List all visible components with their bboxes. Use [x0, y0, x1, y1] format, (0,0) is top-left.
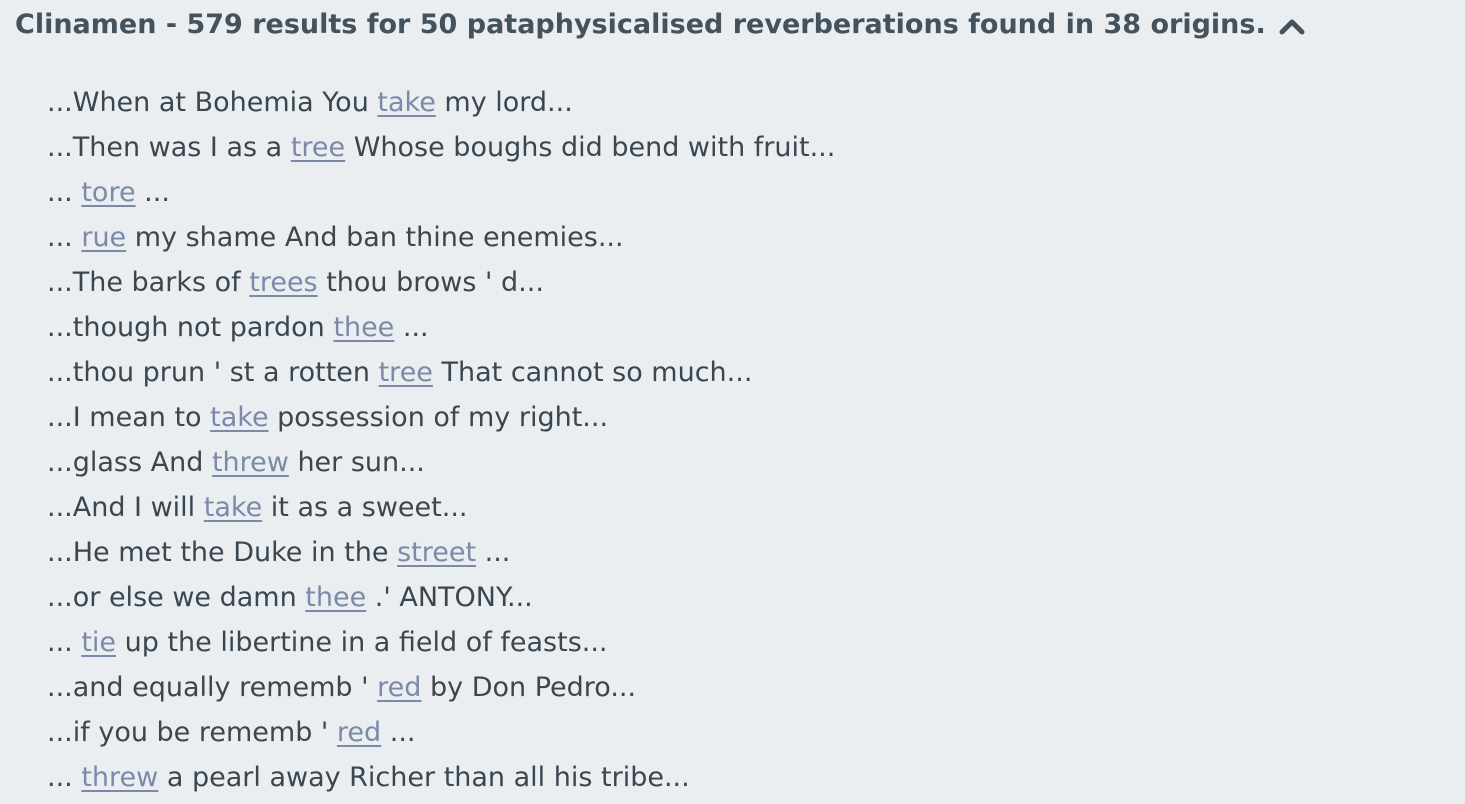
- result-text-before: ...Then was I as a: [47, 132, 291, 163]
- result-keyword-link[interactable]: thee: [305, 582, 366, 613]
- result-text-after: possession of my right...: [268, 402, 609, 433]
- results-list: ...When at Bohemia You take my lord.....…: [47, 80, 835, 800]
- result-line: ...And I will take it as a sweet...: [47, 485, 835, 530]
- result-keyword-link[interactable]: tree: [291, 132, 345, 163]
- clinamen-header-toggle[interactable]: Clinamen - 579 results for 50 pataphysic…: [15, 7, 1306, 43]
- clinamen-results-panel: Clinamen - 579 results for 50 pataphysic…: [0, 0, 1465, 804]
- result-line: ... tore ...: [47, 170, 835, 215]
- result-line: ...The barks of trees thou brows ' d...: [47, 260, 835, 305]
- result-text-after: Whose boughs did bend with fruit...: [345, 132, 836, 163]
- result-keyword-link[interactable]: tree: [379, 357, 433, 388]
- result-text-before: ...and equally rememb ': [47, 672, 378, 703]
- result-text-after: my lord...: [435, 87, 573, 118]
- result-text-before: ...: [47, 222, 82, 253]
- result-text-after: ...: [394, 312, 429, 343]
- result-keyword-link[interactable]: trees: [249, 267, 317, 298]
- result-text-after: up the libertine in a field of feasts...: [116, 627, 608, 658]
- result-line: ...though not pardon thee ...: [47, 305, 835, 350]
- result-keyword-link[interactable]: tie: [81, 627, 116, 658]
- result-text-before: ...if you be rememb ': [47, 717, 337, 748]
- result-text-before: ...: [47, 177, 82, 208]
- result-text-before: ...glass And: [47, 447, 212, 478]
- result-text-before: ...The barks of: [47, 267, 250, 298]
- result-text-before: ...: [47, 762, 82, 793]
- result-text-after: That cannot so much...: [432, 357, 753, 388]
- result-keyword-link[interactable]: red: [377, 672, 421, 703]
- result-line: ...Then was I as a tree Whose boughs did…: [47, 125, 835, 170]
- clinamen-header-title: Clinamen - 579 results for 50 pataphysic…: [15, 9, 1266, 40]
- result-line: ...and equally rememb ' red by Don Pedro…: [47, 665, 835, 710]
- result-text-after: a pearl away Richer than all his tribe..…: [158, 762, 690, 793]
- result-keyword-link[interactable]: red: [337, 717, 381, 748]
- result-line: ... threw a pearl away Richer than all h…: [47, 755, 835, 800]
- result-text-before: ...though not pardon: [47, 312, 334, 343]
- result-keyword-link[interactable]: street: [397, 537, 476, 568]
- result-text-before: ...When at Bohemia You: [47, 87, 378, 118]
- result-keyword-link[interactable]: take: [377, 87, 435, 118]
- result-line: ...I mean to take possession of my right…: [47, 395, 835, 440]
- result-text-after: .' ANTONY...: [366, 582, 533, 613]
- result-keyword-link[interactable]: thee: [333, 312, 394, 343]
- result-line: ...thou prun ' st a rotten tree That can…: [47, 350, 835, 395]
- result-line: ...or else we damn thee .' ANTONY...: [47, 575, 835, 620]
- result-line: ...if you be rememb ' red ...: [47, 710, 835, 755]
- result-text-before: ...: [47, 627, 82, 658]
- result-text-after: my shame And ban thine enemies...: [126, 222, 624, 253]
- result-text-after: thou brows ' d...: [317, 267, 544, 298]
- result-keyword-link[interactable]: rue: [81, 222, 126, 253]
- result-line: ...He met the Duke in the street ...: [47, 530, 835, 575]
- result-text-before: ...He met the Duke in the: [47, 537, 398, 568]
- result-keyword-link[interactable]: threw: [212, 447, 289, 478]
- result-text-after: ...: [135, 177, 170, 208]
- result-text-before: ...I mean to: [47, 402, 211, 433]
- chevron-up-icon[interactable]: [1278, 16, 1306, 36]
- result-text-after: ...: [476, 537, 511, 568]
- result-keyword-link[interactable]: take: [204, 492, 262, 523]
- result-keyword-link[interactable]: threw: [81, 762, 158, 793]
- result-text-after: ...: [381, 717, 416, 748]
- result-keyword-link[interactable]: tore: [81, 177, 135, 208]
- result-line: ...glass And threw her sun...: [47, 440, 835, 485]
- result-text-after: it as a sweet...: [262, 492, 468, 523]
- result-text-before: ...or else we damn: [47, 582, 306, 613]
- result-text-before: ...And I will: [47, 492, 204, 523]
- result-line: ... tie up the libertine in a field of f…: [47, 620, 835, 665]
- result-keyword-link[interactable]: take: [210, 402, 268, 433]
- result-line: ...When at Bohemia You take my lord...: [47, 80, 835, 125]
- result-line: ... rue my shame And ban thine enemies..…: [47, 215, 835, 260]
- result-text-after: her sun...: [288, 447, 425, 478]
- result-text-after: by Don Pedro...: [421, 672, 637, 703]
- result-text-before: ...thou prun ' st a rotten: [47, 357, 379, 388]
